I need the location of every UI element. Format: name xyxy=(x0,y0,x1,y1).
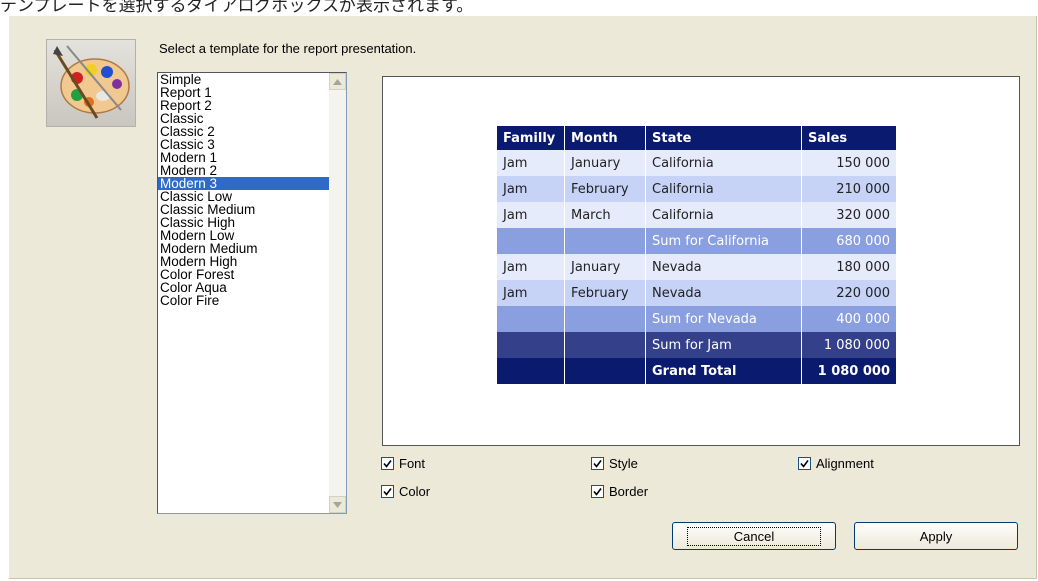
cancel-button[interactable]: Cancel xyxy=(672,522,836,550)
table-row: Sum for California 680 000 xyxy=(497,228,897,254)
table-row: Jam January Nevada 180 000 xyxy=(497,254,897,280)
color-checkbox[interactable]: Color xyxy=(381,484,430,499)
cell-family: Jam xyxy=(497,254,565,280)
cell-family: Jam xyxy=(497,176,565,202)
cell-sales: 220 000 xyxy=(801,280,897,306)
cell-month xyxy=(564,358,646,384)
cell-family: Jam xyxy=(497,280,565,306)
cell-sales: 680 000 xyxy=(801,228,897,254)
cell-month xyxy=(564,306,646,332)
table-row: Sum for Jam 1 080 000 xyxy=(497,332,897,358)
style-checkbox-label: Style xyxy=(609,456,638,471)
border-checkbox[interactable]: Border xyxy=(591,484,648,499)
cell-state: California xyxy=(645,150,802,176)
table-row: Jam January California 150 000 xyxy=(497,150,897,176)
checkmark-icon xyxy=(381,485,394,498)
cell-state: Grand Total xyxy=(645,358,802,384)
cell-sales: 210 000 xyxy=(801,176,897,202)
cell-family xyxy=(497,228,565,254)
cell-month: February xyxy=(564,176,646,202)
palette-icon xyxy=(46,39,136,127)
chevron-down-icon xyxy=(333,501,342,508)
border-checkbox-label: Border xyxy=(609,484,649,499)
checkmark-icon xyxy=(798,457,811,470)
cell-family: Jam xyxy=(497,202,565,228)
cell-month: January xyxy=(564,254,646,280)
alignment-checkbox-label: Alignment xyxy=(816,456,874,471)
cell-sales: 150 000 xyxy=(801,150,897,176)
cell-state: Sum for Jam xyxy=(645,332,802,358)
header-family: Familly xyxy=(497,126,565,150)
cell-month: January xyxy=(564,150,646,176)
table-row: Sum for Nevada 400 000 xyxy=(497,306,897,332)
cell-state: Nevada xyxy=(645,254,802,280)
font-checkbox-label: Font xyxy=(399,456,426,471)
chevron-up-icon xyxy=(333,78,342,85)
cell-sales: 400 000 xyxy=(801,306,897,332)
table-row: Jam February California 210 000 xyxy=(497,176,897,202)
scroll-down-button[interactable] xyxy=(329,496,346,513)
cell-family xyxy=(497,358,565,384)
caption-text: テンプレートを選択するダイアログボックスが表示されます。 xyxy=(0,0,474,16)
cell-month: March xyxy=(564,202,646,228)
header-state: State xyxy=(645,126,802,150)
cell-state: Sum for Nevada xyxy=(645,306,802,332)
table-row: Grand Total 1 080 000 xyxy=(497,358,897,384)
table-row: Jam March California 320 000 xyxy=(497,202,897,228)
table-row: Jam February Nevada 220 000 xyxy=(497,280,897,306)
cell-month: February xyxy=(564,280,646,306)
color-checkbox-label: Color xyxy=(399,484,431,499)
cell-sales: 1 080 000 xyxy=(801,332,897,358)
cell-family xyxy=(497,332,565,358)
prompt-text: Select a template for the report present… xyxy=(159,41,417,56)
template-list[interactable]: Simple Report 1 Report 2 Classic Classic… xyxy=(157,72,347,514)
cell-sales: 180 000 xyxy=(801,254,897,280)
scroll-up-button[interactable] xyxy=(329,73,346,90)
header-month: Month xyxy=(564,126,646,150)
checkmark-icon xyxy=(591,457,604,470)
template-dialog: Select a template for the report present… xyxy=(9,16,1037,579)
cell-family xyxy=(497,306,565,332)
checkmark-icon xyxy=(381,457,394,470)
cell-month xyxy=(564,332,646,358)
cell-state: Sum for California xyxy=(645,228,802,254)
list-scrollbar[interactable] xyxy=(329,73,346,513)
apply-button[interactable]: Apply xyxy=(854,522,1018,550)
cell-state: California xyxy=(645,176,802,202)
font-checkbox[interactable]: Font xyxy=(381,456,425,471)
header-sales: Sales xyxy=(801,126,897,150)
preview-table: Familly Month State Sales Jam January Ca… xyxy=(497,126,897,384)
cell-family: Jam xyxy=(497,150,565,176)
list-item[interactable]: Color Fire xyxy=(158,294,346,308)
table-header-row: Familly Month State Sales xyxy=(497,126,897,150)
checkmark-icon xyxy=(591,485,604,498)
cell-state: Nevada xyxy=(645,280,802,306)
cancel-button-label: Cancel xyxy=(686,526,822,546)
cell-month xyxy=(564,228,646,254)
apply-button-label: Apply xyxy=(919,528,953,544)
preview-panel: Familly Month State Sales Jam January Ca… xyxy=(382,76,1020,446)
style-checkbox[interactable]: Style xyxy=(591,456,638,471)
alignment-checkbox[interactable]: Alignment xyxy=(798,456,874,471)
cell-state: California xyxy=(645,202,802,228)
cell-sales: 1 080 000 xyxy=(801,358,897,384)
cell-sales: 320 000 xyxy=(801,202,897,228)
